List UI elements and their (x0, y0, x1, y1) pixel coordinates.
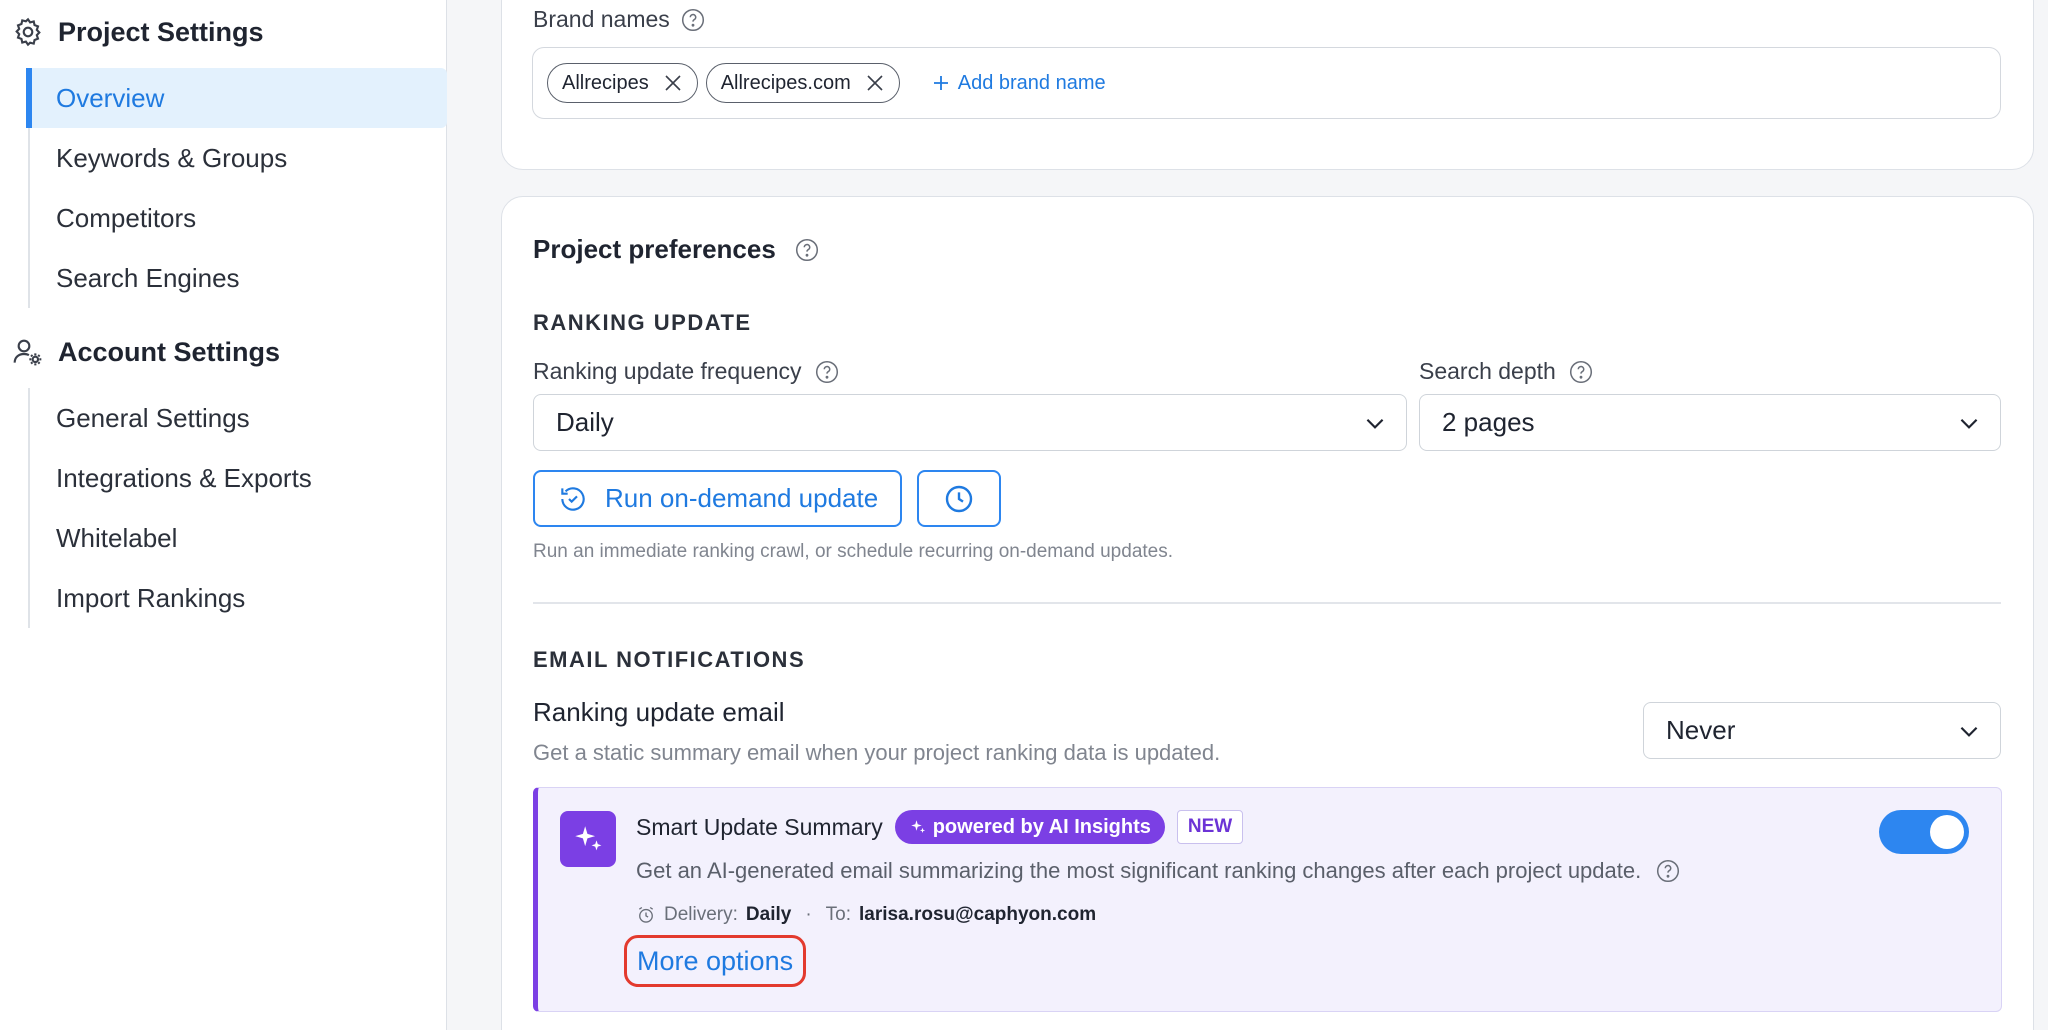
add-brand-name-label: Add brand name (957, 71, 1106, 94)
plus-icon (933, 76, 948, 90)
user-settings-icon (13, 339, 42, 366)
frequency-value: Daily (556, 407, 614, 437)
ai-insights-badge: powered by AI Insights (894, 810, 1165, 844)
ai-insights-badge-label: powered by AI Insights (932, 815, 1151, 838)
help-icon[interactable] (814, 359, 840, 385)
close-icon[interactable] (865, 73, 885, 93)
brand-chip: Allrecipes (547, 63, 698, 103)
schedule-update-button[interactable] (917, 470, 1001, 527)
account-settings-nav: General Settings Integrations & Exports … (28, 388, 447, 628)
chevron-down-icon (1960, 418, 1978, 429)
delivery-value: Daily (745, 904, 792, 925)
project-settings-nav: Overview Keywords & Groups Competitors S… (26, 68, 447, 308)
brand-chip-label: Allrecipes.com (720, 71, 851, 94)
preferences-title: Project preferences (533, 234, 776, 264)
sidebar-item-keywords-groups[interactable]: Keywords & Groups (30, 128, 447, 188)
settings-sidebar: Project Settings Overview Keywords & Gro… (0, 0, 447, 1030)
ranking-update-heading: RANKING UPDATE (533, 310, 752, 335)
add-brand-name-button[interactable]: Add brand name (932, 72, 1106, 95)
close-icon[interactable] (663, 73, 683, 93)
chevron-down-icon (1366, 418, 1384, 429)
recipient-email: larisa.rosu@caphyon.com (859, 904, 1097, 925)
brand-chip: Allrecipes.com (705, 63, 900, 103)
chevron-down-icon (1960, 726, 1978, 737)
frequency-label: Ranking update frequency (533, 358, 802, 384)
ranking-email-label: Ranking update email (533, 697, 785, 727)
frequency-select[interactable]: Daily (533, 394, 1407, 451)
account-settings-title: Account Settings (58, 336, 281, 367)
help-icon[interactable] (1568, 359, 1594, 385)
brand-names-input[interactable]: Allrecipes Allrecipes.com Add brand name (532, 47, 2001, 119)
smart-summary-meta: Delivery: Daily · To: larisa.rosu@caphyo… (636, 904, 1096, 926)
meta-separator: · (805, 904, 812, 925)
to-label: To: (825, 904, 852, 925)
refresh-icon (561, 486, 585, 511)
smart-summary-toggle[interactable] (1879, 810, 1969, 854)
alarm-clock-icon (638, 906, 654, 923)
smart-summary-title-row: Smart Update Summary powered by AI Insig… (636, 810, 1244, 844)
help-icon[interactable] (794, 237, 820, 263)
search-depth-label: Search depth (1419, 358, 1556, 384)
section-divider (533, 602, 2001, 604)
ranking-email-description: Get a static summary email when your pro… (533, 740, 1221, 765)
sidebar-item-integrations-exports[interactable]: Integrations & Exports (30, 448, 447, 508)
email-notifications-heading: EMAIL NOTIFICATIONS (533, 647, 806, 672)
sparkle-icon (575, 826, 602, 851)
help-icon[interactable] (680, 7, 706, 33)
run-on-demand-update-button[interactable]: Run on-demand update (533, 470, 903, 527)
sparkle-icon (910, 820, 925, 833)
sidebar-item-search-engines[interactable]: Search Engines (30, 248, 447, 308)
sidebar-item-whitelabel[interactable]: Whitelabel (30, 508, 447, 568)
help-icon[interactable] (1655, 858, 1681, 884)
ranking-email-value: Never (1666, 715, 1736, 745)
search-depth-value: 2 pages (1442, 407, 1535, 437)
project-settings-heading: Project Settings (12, 16, 264, 48)
on-demand-hint: Run an immediate ranking crawl, or sched… (533, 541, 1174, 562)
ranking-email-select[interactable]: Never (1643, 702, 2001, 759)
sidebar-item-general-settings[interactable]: General Settings (30, 388, 447, 448)
brand-chip-label: Allrecipes (562, 71, 649, 94)
project-settings-title: Project Settings (58, 16, 264, 47)
search-depth-select[interactable]: 2 pages (1419, 394, 2001, 451)
smart-summary-description: Get an AI-generated email summarizing th… (636, 858, 1642, 883)
brand-names-label: Brand names (533, 6, 670, 32)
more-options-link[interactable]: More options (624, 935, 807, 987)
sidebar-item-overview[interactable]: Overview (26, 68, 447, 128)
new-badge: NEW (1176, 810, 1244, 844)
ai-sparkle-logo (560, 811, 616, 867)
search-depth-label-row: Search depth (1419, 358, 1594, 385)
run-on-demand-update-label: Run on-demand update (605, 483, 879, 513)
sidebar-item-import-rankings[interactable]: Import Rankings (30, 568, 447, 628)
account-settings-heading: Account Settings (12, 336, 280, 368)
clock-icon (945, 485, 973, 512)
smart-summary-description-row: Get an AI-generated email summarizing th… (636, 858, 1681, 884)
smart-update-summary-panel: Smart Update Summary powered by AI Insig… (533, 787, 2002, 1012)
smart-summary-title: Smart Update Summary (636, 813, 883, 840)
delivery-label: Delivery: (664, 904, 738, 925)
gear-icon (15, 17, 41, 47)
toggle-knob (1930, 815, 1964, 849)
sidebar-item-competitors[interactable]: Competitors (30, 188, 447, 248)
frequency-label-row: Ranking update frequency (533, 358, 840, 385)
brand-names-label-row: Brand names (533, 6, 706, 33)
preferences-title-row: Project preferences (533, 234, 820, 265)
